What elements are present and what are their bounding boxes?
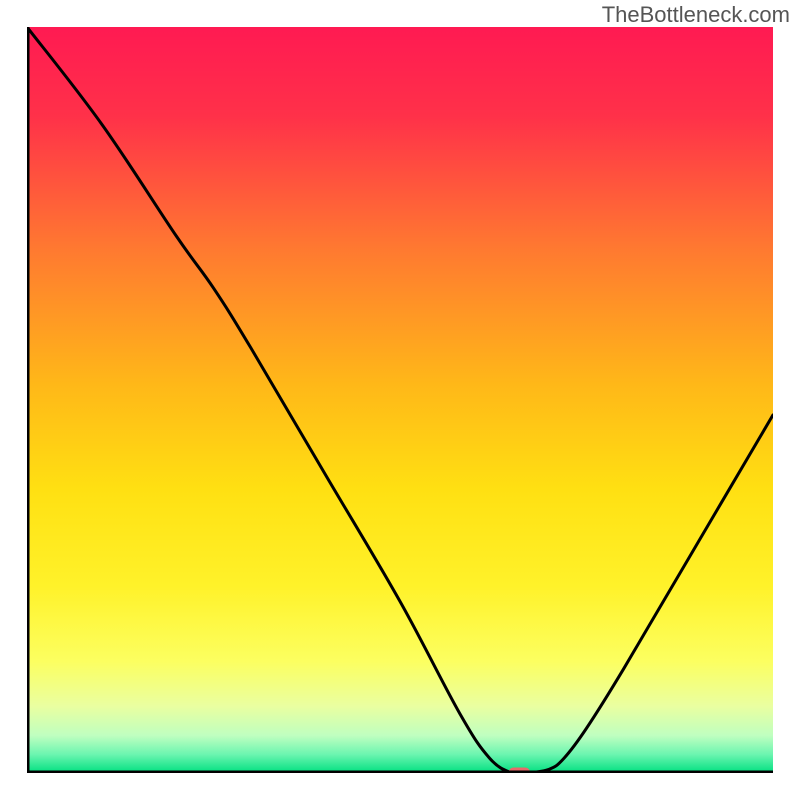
chart-background bbox=[27, 27, 773, 773]
chart-plot-area bbox=[27, 27, 773, 773]
bottleneck-chart bbox=[27, 27, 773, 773]
watermark-text: TheBottleneck.com bbox=[602, 2, 790, 28]
chart-container: TheBottleneck.com bbox=[0, 0, 800, 800]
